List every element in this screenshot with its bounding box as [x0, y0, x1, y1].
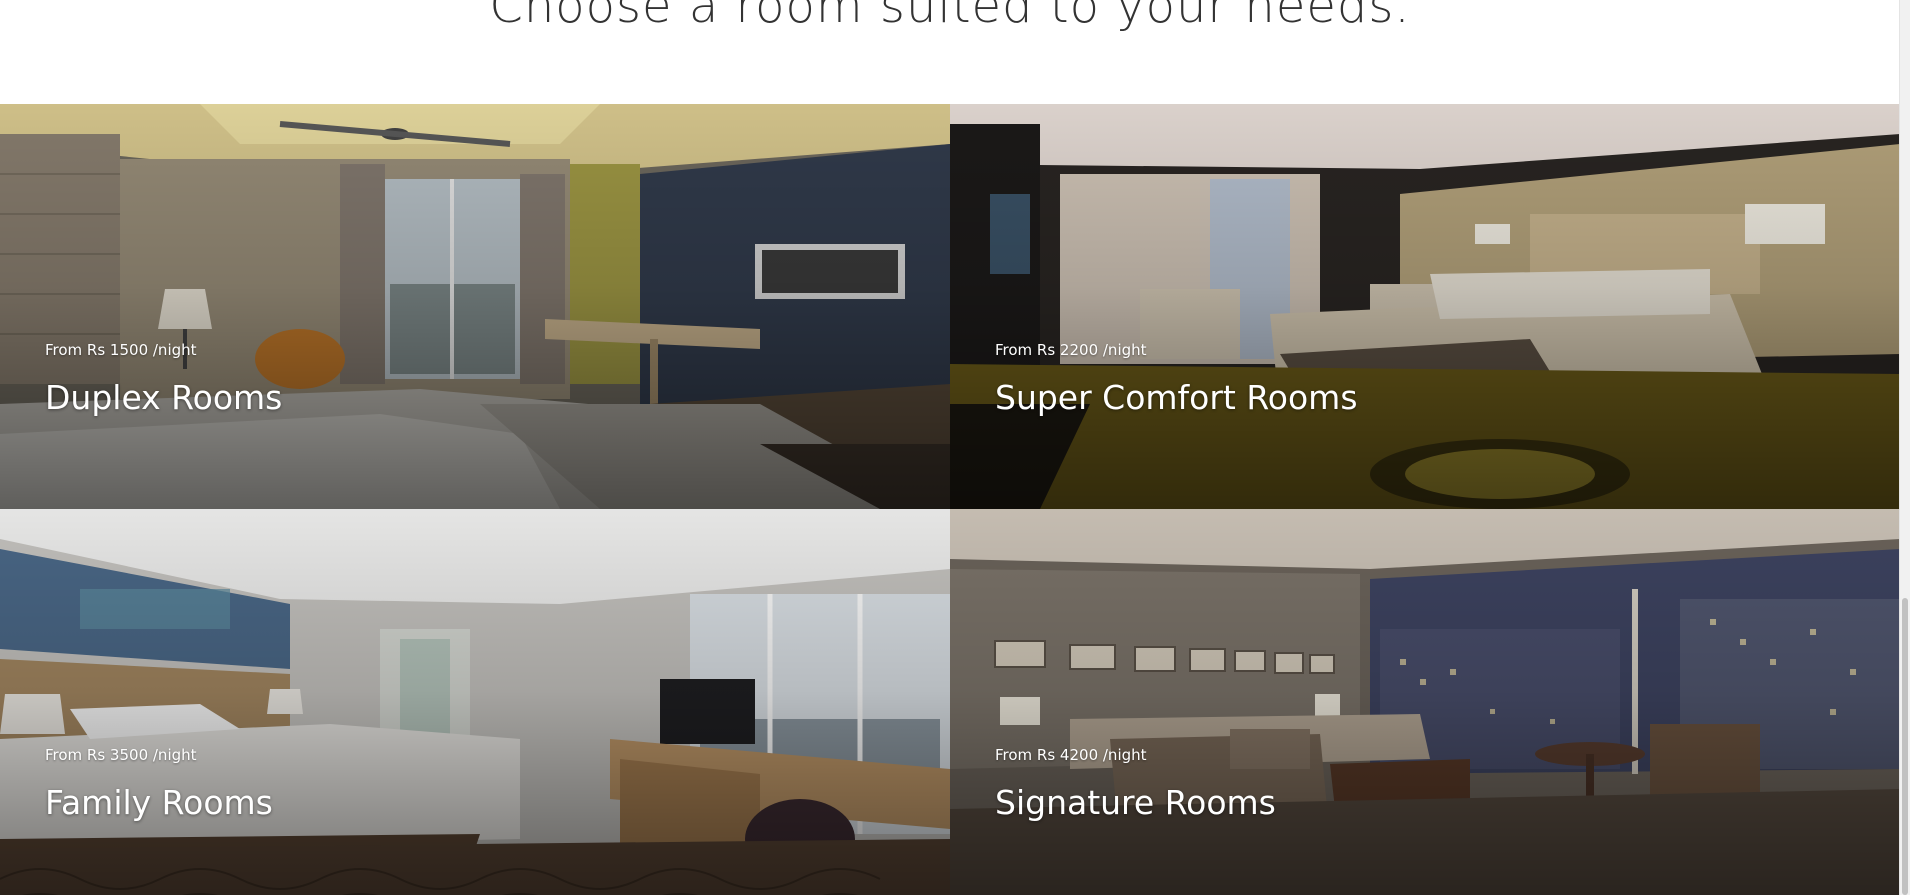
- rooms-grid: From Rs 1500 /night Duplex Rooms From Rs…: [0, 104, 1900, 895]
- room-card-duplex[interactable]: From Rs 1500 /night Duplex Rooms: [0, 104, 950, 509]
- room-name[interactable]: Super Comfort Rooms: [995, 378, 1358, 418]
- room-card-family[interactable]: From Rs 3500 /night Family Rooms: [0, 509, 950, 895]
- room-name[interactable]: Family Rooms: [45, 783, 273, 823]
- room-caption: From Rs 1500 /night Duplex Rooms: [45, 340, 282, 418]
- room-card-super-comfort[interactable]: From Rs 2200 /night Super Comfort Rooms: [950, 104, 1900, 509]
- photo-overlay: [950, 104, 1900, 509]
- room-name[interactable]: Duplex Rooms: [45, 378, 282, 418]
- vertical-scrollbar[interactable]: [1899, 0, 1910, 895]
- section-title: Choose a room suited to your needs.: [489, 0, 1411, 34]
- page: Choose a room suited to your needs. From…: [0, 0, 1910, 895]
- room-caption: From Rs 3500 /night Family Rooms: [45, 745, 273, 823]
- section-heading: Choose a room suited to your needs.: [0, 0, 1900, 104]
- photo-overlay: [0, 509, 950, 895]
- room-card-signature[interactable]: From Rs 4200 /night Signature Rooms: [950, 509, 1900, 895]
- room-caption: From Rs 2200 /night Super Comfort Rooms: [995, 340, 1358, 418]
- photo-overlay: [0, 104, 950, 509]
- room-name[interactable]: Signature Rooms: [995, 783, 1276, 823]
- room-price: From Rs 1500 /night: [45, 341, 197, 359]
- room-price: From Rs 3500 /night: [45, 746, 197, 764]
- room-price: From Rs 4200 /night: [995, 746, 1147, 764]
- scrollbar-thumb[interactable]: [1902, 598, 1908, 895]
- room-price: From Rs 2200 /night: [995, 341, 1147, 359]
- photo-overlay: [950, 509, 1900, 895]
- room-caption: From Rs 4200 /night Signature Rooms: [995, 745, 1276, 823]
